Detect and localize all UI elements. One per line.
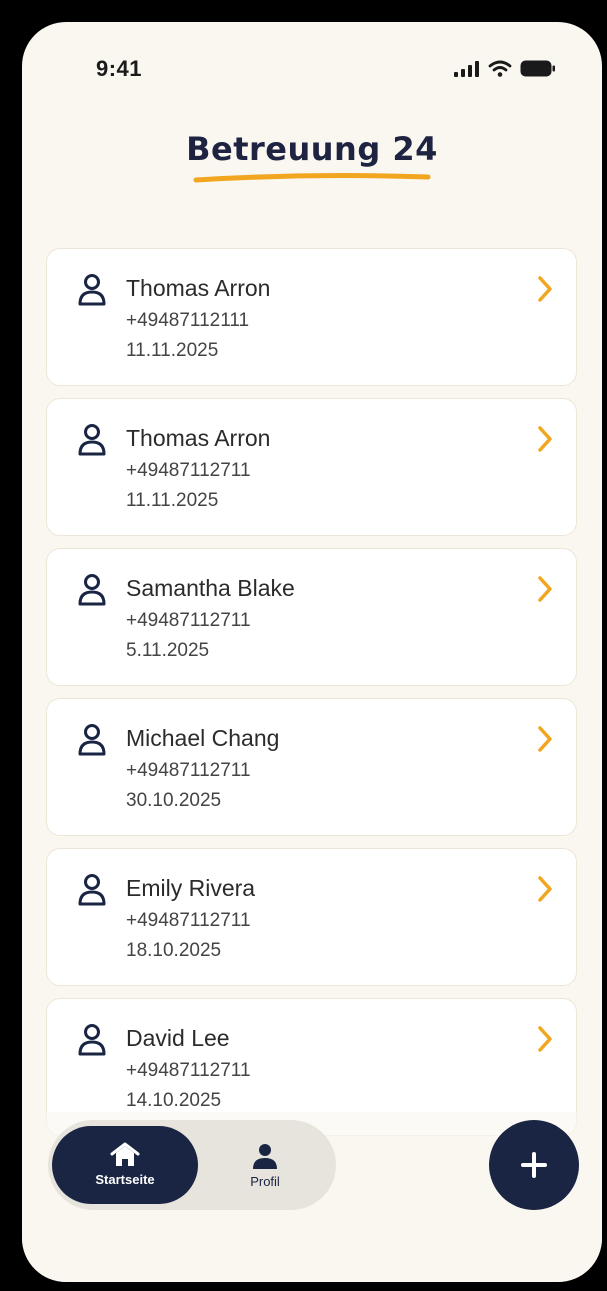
contact-phone: +49487112711 (126, 1060, 251, 1081)
person-icon (78, 874, 106, 906)
contact-phone: +49487112711 (126, 460, 251, 481)
chevron-right-icon[interactable] (536, 875, 554, 903)
contact-name: Samantha Blake (126, 575, 295, 601)
contact-name: David Lee (126, 1025, 230, 1051)
chevron-right-icon[interactable] (536, 275, 554, 303)
app-logo: Betreuung 24 (22, 130, 602, 184)
wifi-icon (488, 60, 512, 77)
person-icon (78, 724, 106, 756)
status-bar: 9:41 (22, 22, 602, 118)
contact-date: 5.11.2025 (126, 640, 210, 661)
contact-list: Thomas Arron +49487112111 11.11.2025 Tho… (46, 248, 577, 1148)
contact-card[interactable]: Thomas Arron +49487112711 11.11.2025 (46, 398, 577, 536)
phone-screen: 9:41 Betreuung 24 Thomas Arron +49487112… (22, 22, 602, 1282)
contact-name: Emily Rivera (126, 875, 256, 901)
contact-card[interactable]: Samantha Blake +49487112711 5.11.2025 (46, 548, 577, 686)
contact-card[interactable]: Emily Rivera +49487112711 18.10.2025 (46, 848, 577, 986)
person-icon (78, 1024, 106, 1056)
home-icon (110, 1142, 140, 1166)
tab-startseite[interactable]: Startseite (52, 1126, 198, 1204)
contact-phone: +49487112711 (126, 610, 251, 631)
chevron-right-icon[interactable] (536, 425, 554, 453)
contact-date: 18.10.2025 (126, 940, 222, 961)
contact-date: 14.10.2025 (126, 1090, 222, 1111)
person-icon (78, 574, 106, 606)
contact-phone: +49487112711 (126, 910, 251, 931)
chevron-right-icon[interactable] (536, 1025, 554, 1053)
contact-name: Michael Chang (126, 725, 280, 751)
status-icons (454, 60, 556, 77)
tab-profil[interactable]: Profil (198, 1126, 332, 1204)
contact-name: Thomas Arron (126, 425, 271, 451)
tab-label-profil: Profil (250, 1174, 280, 1189)
contact-phone: +49487112111 (126, 310, 250, 331)
profile-icon (253, 1144, 277, 1169)
contact-date: 11.11.2025 (126, 490, 219, 511)
status-time: 9:41 (96, 56, 143, 81)
cellular-signal-icon (454, 60, 479, 77)
tab-label-startseite: Startseite (95, 1172, 155, 1187)
bottom-tab-bar: Startseite Profil (48, 1120, 336, 1210)
add-button[interactable] (489, 1120, 579, 1210)
chevron-right-icon[interactable] (536, 575, 554, 603)
contact-phone: +49487112711 (126, 760, 251, 781)
contact-card[interactable]: Michael Chang +49487112711 30.10.2025 (46, 698, 577, 836)
logo-text: Betreuung 24 (186, 130, 438, 168)
person-icon (78, 274, 106, 306)
plus-icon (521, 1152, 547, 1178)
contact-name: Thomas Arron (126, 275, 271, 301)
contact-card[interactable]: Thomas Arron +49487112111 11.11.2025 (46, 248, 577, 386)
person-icon (78, 424, 106, 456)
chevron-right-icon[interactable] (536, 725, 554, 753)
contact-date: 30.10.2025 (126, 790, 222, 811)
contact-date: 11.11.2025 (126, 340, 219, 361)
logo-underline (193, 173, 431, 183)
battery-icon (520, 60, 555, 77)
